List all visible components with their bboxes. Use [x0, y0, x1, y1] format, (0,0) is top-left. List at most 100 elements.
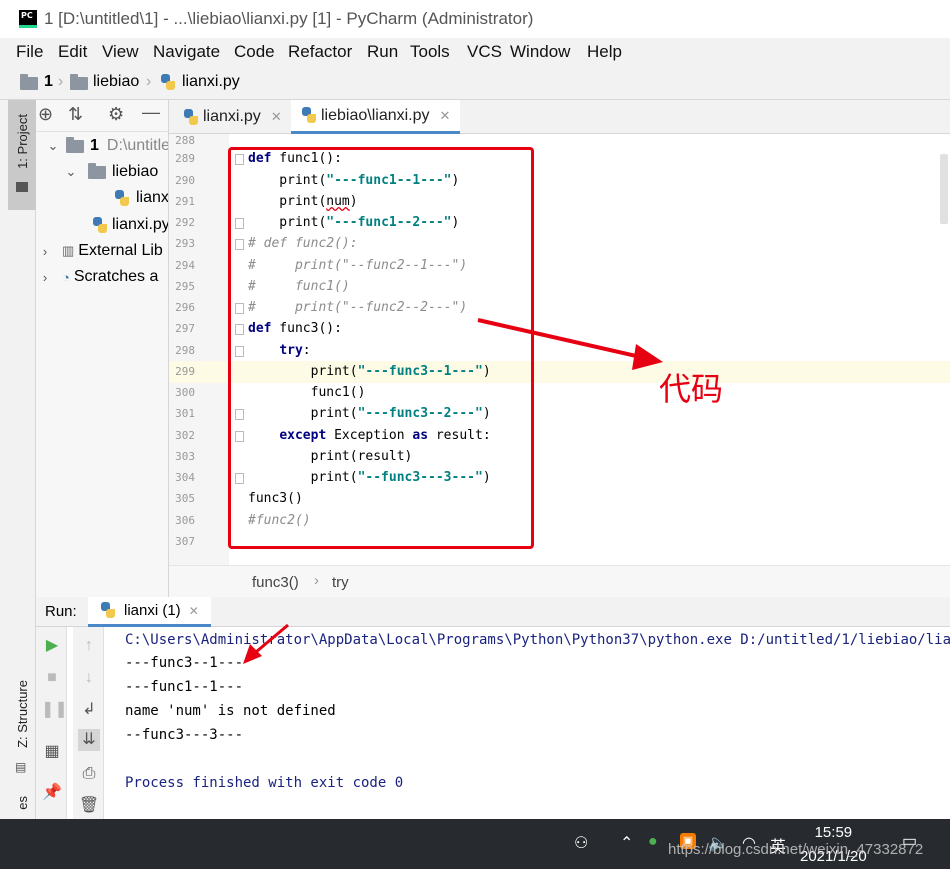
console-command-line: C:\Users\Administrator\AppData\Local\Pro… — [125, 632, 950, 648]
line-number: 300 — [175, 386, 195, 399]
menu-tools[interactable]: Tools — [410, 42, 450, 62]
chevron-right-icon: › — [314, 572, 319, 589]
close-icon[interactable]: ✕ — [189, 604, 199, 618]
project-toolbar: ⊕ ⇅ ⚙ — — [36, 100, 168, 132]
tree-item-lianx[interactable]: lianx — [114, 185, 169, 211]
line-number: 299 — [175, 365, 195, 378]
gear-icon[interactable]: ⚙ — [108, 104, 124, 125]
run-console[interactable]: C:\Users\Administrator\AppData\Local\Pro… — [110, 627, 950, 819]
menu-file[interactable]: File — [16, 42, 43, 62]
line-number: 307 — [175, 535, 195, 548]
line-number: 295 — [175, 280, 195, 293]
chevron-down-icon: ⌄ — [65, 164, 77, 179]
minimize-icon[interactable]: — — [142, 102, 160, 123]
tree-item-liebiao[interactable]: ⌄ liebiao — [64, 159, 158, 185]
scrollbar-marker[interactable] — [940, 154, 948, 224]
menu-code[interactable]: Code — [234, 42, 275, 62]
menu-navigate[interactable]: Navigate — [153, 42, 220, 62]
menu-run[interactable]: Run — [367, 42, 398, 62]
project-tab-label: 1: Project — [15, 114, 30, 169]
chevron-right-icon: › — [42, 269, 48, 285]
layout-icon[interactable]: ▦ — [41, 741, 63, 763]
editor-tab-bar: lianxi.py ✕ liebiao\lianxi.py ✕ — [169, 100, 950, 134]
run-toolbar-primary: ▶ ■ ❚❚ ▦ 📌 — [36, 627, 68, 819]
menu-help[interactable]: Help — [587, 42, 622, 62]
pin-icon[interactable]: 📌 — [41, 782, 63, 804]
line-number: 294 — [175, 259, 195, 272]
chevron-up-icon[interactable]: ⌃ — [620, 833, 633, 853]
tab-label: liebiao\lianxi.py — [321, 106, 430, 124]
project-panel: ⊕ ⇅ ⚙ — ⌄ 1 D:\untitle ⌄ liebiao lianx l… — [36, 100, 169, 597]
collapse-all-icon[interactable]: ⇅ — [68, 104, 83, 125]
tree-item-lianxi-py[interactable]: lianxi.py — [92, 212, 168, 238]
rerun-icon[interactable]: ▶ — [41, 635, 63, 657]
left-tool-strip: 1: Project Z: Structure ▤ es — [0, 100, 36, 819]
structure-icon: ▤ — [15, 760, 27, 774]
stop-icon[interactable]: ■ — [41, 667, 63, 689]
nav-crumb-project[interactable]: 1 — [44, 73, 53, 91]
wechat-icon[interactable]: ● — [648, 833, 658, 851]
windows-taskbar: ⚇ ⌃ ● ▣ 🔈 ◠ 英 15:59 2021/1/20 ▭ https://… — [0, 819, 950, 869]
tab-label: lianxi.py — [203, 108, 261, 125]
soft-wrap-icon[interactable]: ↲ — [78, 699, 100, 721]
structure-tool-tab[interactable]: Z: Structure ▤ — [8, 670, 36, 780]
locate-icon[interactable]: ⊕ — [38, 104, 53, 125]
folder-icon — [16, 182, 28, 192]
folder-icon — [20, 74, 38, 90]
line-number: 289 — [175, 152, 195, 165]
console-output-line: name 'num' is not defined — [125, 703, 336, 719]
close-icon[interactable]: ✕ — [271, 109, 282, 125]
project-tool-tab[interactable]: 1: Project — [8, 100, 36, 210]
structure-tab-label: Z: Structure — [15, 680, 30, 748]
tab-lianxi-py[interactable]: lianxi.py ✕ — [173, 100, 292, 134]
tab-liebiao-lianxi-py[interactable]: liebiao\lianxi.py ✕ — [291, 100, 461, 134]
favorites-tab-label: es — [15, 796, 30, 810]
people-icon[interactable]: ⚇ — [574, 833, 588, 853]
line-number: 304 — [175, 471, 195, 484]
watermark: https://blog.csdn.net/weixin_47332872 — [668, 841, 924, 858]
run-label: Run: — [45, 603, 77, 620]
line-number: 296 — [175, 301, 195, 314]
tree-item-project-root[interactable]: ⌄ 1 D:\untitle — [46, 133, 169, 159]
line-number: 303 — [175, 450, 195, 463]
nav-crumb-folder[interactable]: liebiao — [93, 73, 139, 91]
code-editor[interactable]: 288 289 290 291 292 293 294 295 296 297 … — [169, 134, 950, 565]
arrow-up-icon[interactable]: ↑ — [78, 635, 100, 657]
breadcrumb-item-try[interactable]: try — [332, 574, 349, 591]
folder-icon — [70, 74, 88, 90]
scroll-to-end-icon[interactable]: ⇊ — [78, 729, 100, 751]
tree-item-label: liebiao — [112, 163, 159, 180]
menu-vcs[interactable]: VCS — [467, 42, 502, 62]
python-file-icon — [100, 602, 116, 619]
menu-edit[interactable]: Edit — [58, 42, 87, 62]
arrow-down-icon[interactable]: ↓ — [78, 667, 100, 689]
breadcrumb-item-func3[interactable]: func3() — [252, 574, 299, 591]
run-tab[interactable]: lianxi (1) ✕ — [88, 597, 211, 627]
menu-window[interactable]: Window — [510, 42, 570, 62]
tree-item-label: 1 — [90, 137, 99, 154]
close-icon[interactable]: ✕ — [440, 108, 451, 124]
trash-icon[interactable]: 🗑 — [78, 795, 100, 817]
annotation-label: 代码 — [659, 370, 724, 408]
line-number: 306 — [175, 514, 195, 527]
tree-item-external-libraries[interactable]: › ▥ External Lib — [38, 238, 163, 264]
tree-item-scratches[interactable]: › ◔ Scratches a — [38, 264, 159, 290]
python-file-icon — [160, 74, 176, 91]
clock-time: 15:59 — [814, 824, 853, 841]
tree-item-path: D:\untitle — [106, 137, 169, 154]
line-number: 301 — [175, 407, 195, 420]
favorites-tool-tab[interactable]: es — [8, 790, 36, 819]
scratches-icon: ◔ — [62, 269, 70, 285]
line-number: 298 — [175, 344, 195, 357]
annotation-red-box — [228, 147, 534, 549]
console-exit-message: Process finished with exit code 0 — [125, 775, 404, 791]
line-number: 297 — [175, 322, 195, 335]
print-icon[interactable]: ⎙ — [78, 763, 100, 785]
line-number: 288 — [175, 134, 195, 147]
menu-refactor[interactable]: Refactor — [288, 42, 352, 62]
library-icon: ▥ — [62, 243, 75, 258]
menu-view[interactable]: View — [102, 42, 139, 62]
nav-crumb-file[interactable]: lianxi.py — [182, 73, 240, 91]
tree-item-label: lianx — [136, 189, 169, 206]
pause-icon[interactable]: ❚❚ — [41, 699, 68, 721]
